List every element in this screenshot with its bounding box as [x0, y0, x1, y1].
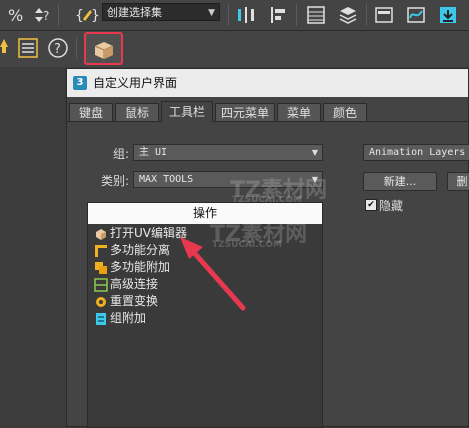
annotation-arrow — [180, 237, 246, 311]
